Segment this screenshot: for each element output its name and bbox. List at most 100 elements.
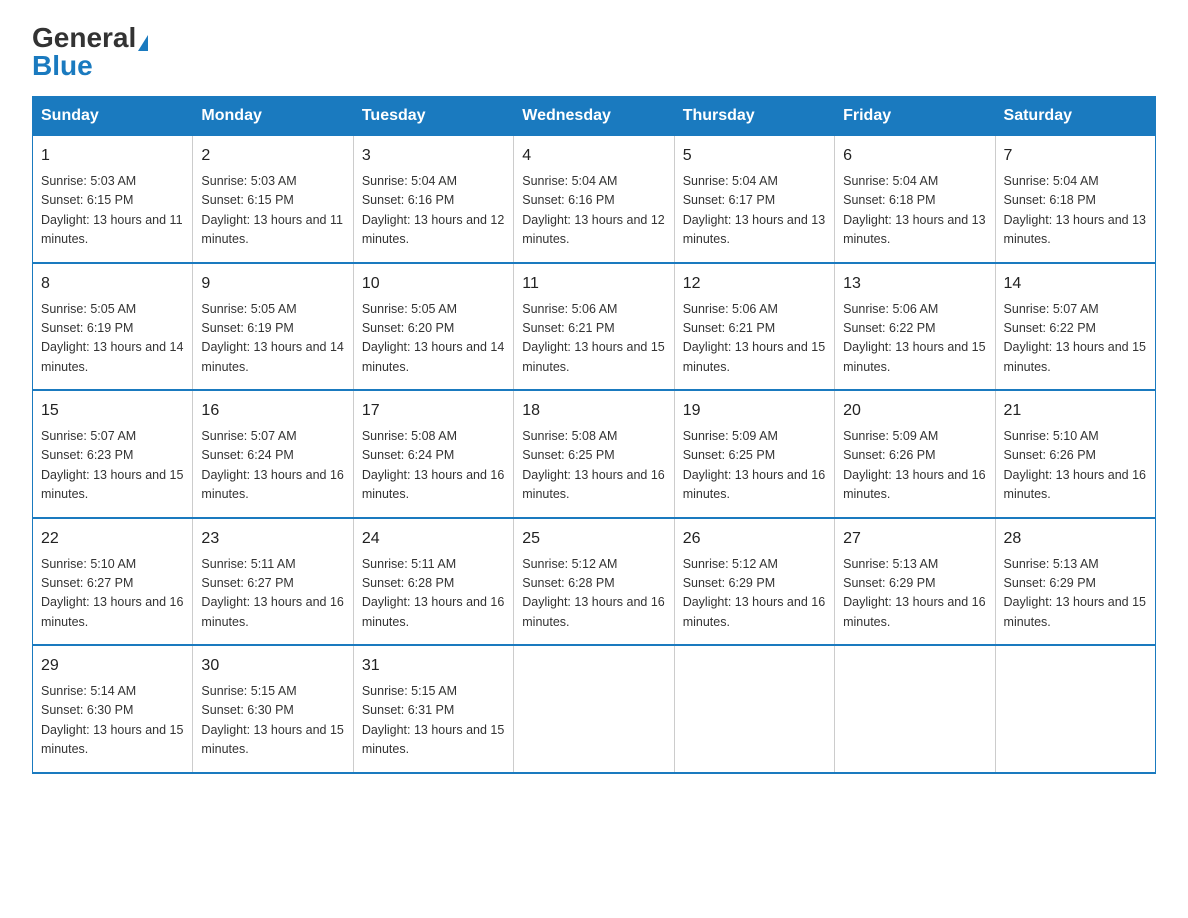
- calendar-week-row: 29 Sunrise: 5:14 AMSunset: 6:30 PMDayligh…: [33, 645, 1156, 773]
- day-info: Sunrise: 5:06 AMSunset: 6:21 PMDaylight:…: [522, 300, 665, 378]
- day-info: Sunrise: 5:11 AMSunset: 6:27 PMDaylight:…: [201, 555, 344, 633]
- day-info: Sunrise: 5:15 AMSunset: 6:31 PMDaylight:…: [362, 682, 505, 760]
- calendar-cell: 8 Sunrise: 5:05 AMSunset: 6:19 PMDaylight…: [33, 263, 193, 391]
- day-info: Sunrise: 5:09 AMSunset: 6:26 PMDaylight:…: [843, 427, 986, 505]
- calendar-table: SundayMondayTuesdayWednesdayThursdayFrid…: [32, 96, 1156, 774]
- calendar-cell: 16 Sunrise: 5:07 AMSunset: 6:24 PMDayligh…: [193, 390, 353, 518]
- day-info: Sunrise: 5:05 AMSunset: 6:19 PMDaylight:…: [201, 300, 344, 378]
- calendar-cell: 31 Sunrise: 5:15 AMSunset: 6:31 PMDayligh…: [353, 645, 513, 773]
- day-number: 22: [41, 527, 184, 551]
- day-number: 29: [41, 654, 184, 678]
- day-number: 30: [201, 654, 344, 678]
- calendar-cell: 20 Sunrise: 5:09 AMSunset: 6:26 PMDayligh…: [835, 390, 995, 518]
- calendar-cell: 26 Sunrise: 5:12 AMSunset: 6:29 PMDayligh…: [674, 518, 834, 646]
- day-number: 9: [201, 272, 344, 296]
- day-number: 5: [683, 144, 826, 168]
- calendar-cell: 25Sunrise: 5:12 AMSunset: 6:28 PMDayligh…: [514, 518, 674, 646]
- day-info: Sunrise: 5:04 AMSunset: 6:16 PMDaylight:…: [362, 172, 505, 250]
- day-number: 18: [522, 399, 665, 423]
- weekday-header-thursday: Thursday: [674, 97, 834, 136]
- day-number: 16: [201, 399, 344, 423]
- weekday-header-saturday: Saturday: [995, 97, 1155, 136]
- day-info: Sunrise: 5:04 AMSunset: 6:16 PMDaylight:…: [522, 172, 665, 250]
- logo: General Blue: [32, 24, 148, 80]
- day-info: Sunrise: 5:10 AMSunset: 6:27 PMDaylight:…: [41, 555, 184, 633]
- calendar-cell: 14 Sunrise: 5:07 AMSunset: 6:22 PMDayligh…: [995, 263, 1155, 391]
- day-info: Sunrise: 5:06 AMSunset: 6:22 PMDaylight:…: [843, 300, 986, 378]
- day-info: Sunrise: 5:09 AMSunset: 6:25 PMDaylight:…: [683, 427, 826, 505]
- day-number: 11: [522, 272, 665, 296]
- day-info: Sunrise: 5:15 AMSunset: 6:30 PMDaylight:…: [201, 682, 344, 760]
- day-number: 23: [201, 527, 344, 551]
- logo-triangle-icon: [138, 35, 148, 51]
- calendar-cell: 28 Sunrise: 5:13 AMSunset: 6:29 PMDayligh…: [995, 518, 1155, 646]
- page-header: General Blue: [32, 24, 1156, 80]
- day-info: Sunrise: 5:12 AMSunset: 6:29 PMDaylight:…: [683, 555, 826, 633]
- day-number: 15: [41, 399, 184, 423]
- calendar-cell: 9 Sunrise: 5:05 AMSunset: 6:19 PMDaylight…: [193, 263, 353, 391]
- calendar-cell: 10 Sunrise: 5:05 AMSunset: 6:20 PMDayligh…: [353, 263, 513, 391]
- calendar-week-row: 15Sunrise: 5:07 AMSunset: 6:23 PMDayligh…: [33, 390, 1156, 518]
- calendar-week-row: 8 Sunrise: 5:05 AMSunset: 6:19 PMDaylight…: [33, 263, 1156, 391]
- day-number: 20: [843, 399, 986, 423]
- day-info: Sunrise: 5:04 AMSunset: 6:18 PMDaylight:…: [843, 172, 986, 250]
- day-info: Sunrise: 5:03 AMSunset: 6:15 PMDaylight:…: [201, 172, 344, 250]
- day-info: Sunrise: 5:11 AMSunset: 6:28 PMDaylight:…: [362, 555, 505, 633]
- calendar-cell: 24 Sunrise: 5:11 AMSunset: 6:28 PMDayligh…: [353, 518, 513, 646]
- day-number: 19: [683, 399, 826, 423]
- day-info: Sunrise: 5:05 AMSunset: 6:19 PMDaylight:…: [41, 300, 184, 378]
- day-number: 6: [843, 144, 986, 168]
- day-info: Sunrise: 5:04 AMSunset: 6:17 PMDaylight:…: [683, 172, 826, 250]
- day-info: Sunrise: 5:14 AMSunset: 6:30 PMDaylight:…: [41, 682, 184, 760]
- day-number: 8: [41, 272, 184, 296]
- day-info: Sunrise: 5:05 AMSunset: 6:20 PMDaylight:…: [362, 300, 505, 378]
- day-number: 21: [1004, 399, 1147, 423]
- calendar-cell: 13 Sunrise: 5:06 AMSunset: 6:22 PMDayligh…: [835, 263, 995, 391]
- weekday-header-sunday: Sunday: [33, 97, 193, 136]
- calendar-week-row: 1 Sunrise: 5:03 AMSunset: 6:15 PMDaylight…: [33, 136, 1156, 263]
- day-info: Sunrise: 5:08 AMSunset: 6:24 PMDaylight:…: [362, 427, 505, 505]
- day-number: 3: [362, 144, 505, 168]
- calendar-cell: 30 Sunrise: 5:15 AMSunset: 6:30 PMDayligh…: [193, 645, 353, 773]
- calendar-cell: 5 Sunrise: 5:04 AMSunset: 6:17 PMDaylight…: [674, 136, 834, 263]
- calendar-cell: 7Sunrise: 5:04 AMSunset: 6:18 PMDaylight…: [995, 136, 1155, 263]
- calendar-cell: 2 Sunrise: 5:03 AMSunset: 6:15 PMDaylight…: [193, 136, 353, 263]
- calendar-cell: 21 Sunrise: 5:10 AMSunset: 6:26 PMDayligh…: [995, 390, 1155, 518]
- day-number: 28: [1004, 527, 1147, 551]
- calendar-cell: 27Sunrise: 5:13 AMSunset: 6:29 PMDayligh…: [835, 518, 995, 646]
- day-info: Sunrise: 5:07 AMSunset: 6:24 PMDaylight:…: [201, 427, 344, 505]
- logo-blue-text: Blue: [32, 50, 93, 81]
- day-number: 12: [683, 272, 826, 296]
- calendar-cell: 17 Sunrise: 5:08 AMSunset: 6:24 PMDayligh…: [353, 390, 513, 518]
- day-number: 26: [683, 527, 826, 551]
- weekday-header-monday: Monday: [193, 97, 353, 136]
- calendar-cell: [674, 645, 834, 773]
- calendar-header-row: SundayMondayTuesdayWednesdayThursdayFrid…: [33, 97, 1156, 136]
- calendar-cell: 29 Sunrise: 5:14 AMSunset: 6:30 PMDayligh…: [33, 645, 193, 773]
- day-number: 31: [362, 654, 505, 678]
- day-number: 1: [41, 144, 184, 168]
- day-number: 17: [362, 399, 505, 423]
- calendar-cell: 1 Sunrise: 5:03 AMSunset: 6:15 PMDaylight…: [33, 136, 193, 263]
- logo-general-text: General: [32, 22, 136, 53]
- calendar-cell: 11 Sunrise: 5:06 AMSunset: 6:21 PMDayligh…: [514, 263, 674, 391]
- day-number: 10: [362, 272, 505, 296]
- day-info: Sunrise: 5:10 AMSunset: 6:26 PMDaylight:…: [1004, 427, 1147, 505]
- day-info: Sunrise: 5:04 AMSunset: 6:18 PMDaylight:…: [1004, 172, 1147, 250]
- calendar-cell: 23 Sunrise: 5:11 AMSunset: 6:27 PMDayligh…: [193, 518, 353, 646]
- calendar-cell: 19 Sunrise: 5:09 AMSunset: 6:25 PMDayligh…: [674, 390, 834, 518]
- calendar-cell: [835, 645, 995, 773]
- calendar-cell: 18Sunrise: 5:08 AMSunset: 6:25 PMDayligh…: [514, 390, 674, 518]
- day-number: 25: [522, 527, 665, 551]
- day-info: Sunrise: 5:13 AMSunset: 6:29 PMDaylight:…: [843, 555, 986, 633]
- calendar-cell: 15Sunrise: 5:07 AMSunset: 6:23 PMDayligh…: [33, 390, 193, 518]
- day-number: 2: [201, 144, 344, 168]
- day-number: 24: [362, 527, 505, 551]
- day-info: Sunrise: 5:06 AMSunset: 6:21 PMDaylight:…: [683, 300, 826, 378]
- day-info: Sunrise: 5:07 AMSunset: 6:22 PMDaylight:…: [1004, 300, 1147, 378]
- weekday-header-wednesday: Wednesday: [514, 97, 674, 136]
- day-number: 14: [1004, 272, 1147, 296]
- day-number: 13: [843, 272, 986, 296]
- day-info: Sunrise: 5:13 AMSunset: 6:29 PMDaylight:…: [1004, 555, 1147, 633]
- day-info: Sunrise: 5:03 AMSunset: 6:15 PMDaylight:…: [41, 172, 184, 250]
